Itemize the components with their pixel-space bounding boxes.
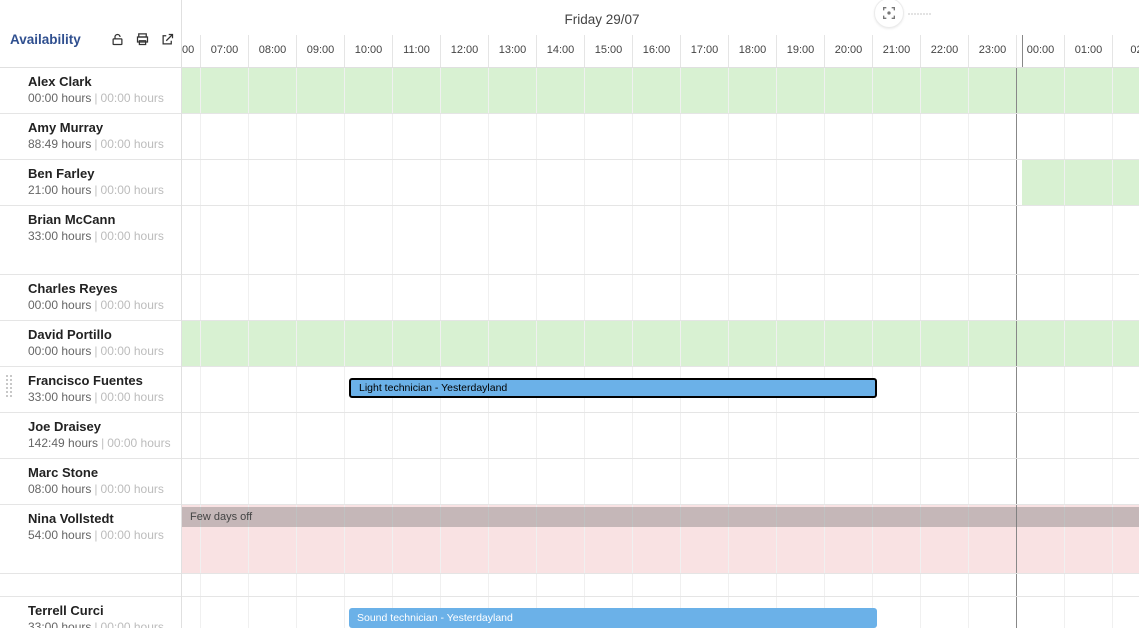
- timeline-row[interactable]: [182, 160, 1139, 206]
- hour-cell: 22:00: [920, 35, 968, 67]
- person-name: Ben Farley: [28, 166, 171, 181]
- person-name: Brian McCann: [28, 212, 171, 227]
- person-hours: 00:00 hours|00:00 hours: [28, 298, 171, 312]
- hour-cell: 00:00: [1016, 35, 1064, 67]
- timeline-row[interactable]: [182, 574, 1139, 597]
- hour-cell: 16:00: [632, 35, 680, 67]
- person-name: Joe Draisey: [28, 419, 171, 434]
- drag-strip-icon: [908, 3, 940, 9]
- hour-cell: 13:00: [488, 35, 536, 67]
- grid-header: Friday 29/07 0007:0008:0009:0010:0011:00…: [182, 0, 1139, 68]
- timeline-row[interactable]: [182, 413, 1139, 459]
- timeline-row[interactable]: [182, 459, 1139, 505]
- timeline-row[interactable]: [182, 275, 1139, 321]
- timeline-row[interactable]: [182, 321, 1139, 367]
- person-row-head: Terrell Curci 33:00 hours|00:00 hours: [0, 597, 181, 628]
- person-row-head: Ben Farley 21:00 hours|00:00 hours: [0, 160, 181, 206]
- hour-cell: 12:00: [440, 35, 488, 67]
- person-hours: 21:00 hours|00:00 hours: [28, 183, 171, 197]
- person-hours: 88:49 hours|00:00 hours: [28, 137, 171, 151]
- person-name: David Portillo: [28, 327, 171, 342]
- available-range: [182, 321, 1139, 366]
- person-row-head: [0, 574, 181, 597]
- person-row-head: Nina Vollstedt 54:00 hours|00:00 hours: [0, 505, 181, 574]
- hour-header-row: 0007:0008:0009:0010:0011:0012:0013:0014:…: [182, 35, 1139, 67]
- person-name: Charles Reyes: [28, 281, 171, 296]
- hour-cell: 18:00: [728, 35, 776, 67]
- sidebar-header: Availability: [0, 0, 181, 68]
- available-range: [182, 68, 1139, 113]
- person-hours: 00:00 hours|00:00 hours: [28, 91, 171, 105]
- scheduled-event[interactable]: Light technician - Yesterdayland: [349, 378, 877, 398]
- person-row-head: Amy Murray 88:49 hours|00:00 hours: [0, 114, 181, 160]
- timeline-row[interactable]: [182, 68, 1139, 114]
- hour-cell: 01:00: [1064, 35, 1112, 67]
- timeline-row[interactable]: Sound technician - Yesterdayland: [182, 597, 1139, 628]
- hour-cell: 08:00: [248, 35, 296, 67]
- person-row-head: David Portillo 00:00 hours|00:00 hours: [0, 321, 181, 367]
- person-row-head: Brian McCann 33:00 hours|00:00 hours: [0, 206, 181, 275]
- hour-cell: 23:00: [968, 35, 1016, 67]
- timeline-row[interactable]: Few days off: [182, 505, 1139, 574]
- person-row-head: Marc Stone 08:00 hours|00:00 hours: [0, 459, 181, 505]
- person-name: Alex Clark: [28, 74, 171, 89]
- person-hours: 08:00 hours|00:00 hours: [28, 482, 171, 496]
- day-separator: [1022, 35, 1023, 67]
- hour-cell: 00: [182, 35, 200, 67]
- hour-cell: 20:00: [824, 35, 872, 67]
- person-hours: 00:00 hours|00:00 hours: [28, 344, 171, 358]
- person-hours: 142:49 hours|00:00 hours: [28, 436, 171, 450]
- unlock-icon[interactable]: [110, 32, 125, 47]
- timeline-row[interactable]: [182, 206, 1139, 275]
- scheduled-event[interactable]: Sound technician - Yesterdayland: [349, 608, 877, 628]
- hour-cell: 09:00: [296, 35, 344, 67]
- person-hours: 33:00 hours|00:00 hours: [28, 390, 171, 404]
- print-icon[interactable]: [135, 32, 150, 47]
- person-row-head: Charles Reyes 00:00 hours|00:00 hours: [0, 275, 181, 321]
- hour-cell: 15:00: [584, 35, 632, 67]
- person-row-head: Alex Clark 00:00 hours|00:00 hours: [0, 68, 181, 114]
- person-row-head: Francisco Fuentes 33:00 hours|00:00 hours: [0, 367, 181, 413]
- person-hours: 33:00 hours|00:00 hours: [28, 229, 171, 243]
- hour-cell: 17:00: [680, 35, 728, 67]
- timeline-row[interactable]: [182, 114, 1139, 160]
- hour-cell: 07:00: [200, 35, 248, 67]
- availability-label: Availability: [10, 32, 81, 47]
- hour-cell: 10:00: [344, 35, 392, 67]
- hour-cell: 11:00: [392, 35, 440, 67]
- hour-cell: 21:00: [872, 35, 920, 67]
- person-name: Nina Vollstedt: [28, 511, 171, 526]
- hour-cell: 14:00: [536, 35, 584, 67]
- person-hours: 54:00 hours|00:00 hours: [28, 528, 171, 542]
- external-link-icon[interactable]: [160, 32, 175, 47]
- person-name: Terrell Curci: [28, 603, 171, 618]
- person-name: Amy Murray: [28, 120, 171, 135]
- timeline-grid: Friday 29/07 0007:0008:0009:0010:0011:00…: [182, 0, 1139, 628]
- timeline-row[interactable]: Light technician - Yesterdayland: [182, 367, 1139, 413]
- scheduled-event[interactable]: Few days off: [182, 507, 1139, 527]
- hour-cell: 02: [1112, 35, 1139, 67]
- available-range: [1022, 160, 1139, 205]
- person-row-head: Joe Draisey 142:49 hours|00:00 hours: [0, 413, 181, 459]
- person-hours: 33:00 hours|00:00 hours: [28, 620, 171, 628]
- person-name: Francisco Fuentes: [28, 373, 171, 388]
- drag-handle-icon[interactable]: [6, 375, 18, 393]
- hour-cell: 19:00: [776, 35, 824, 67]
- sidebar: Availability Alex Clark 00:00 hours|00:00…: [0, 0, 182, 628]
- person-name: Marc Stone: [28, 465, 171, 480]
